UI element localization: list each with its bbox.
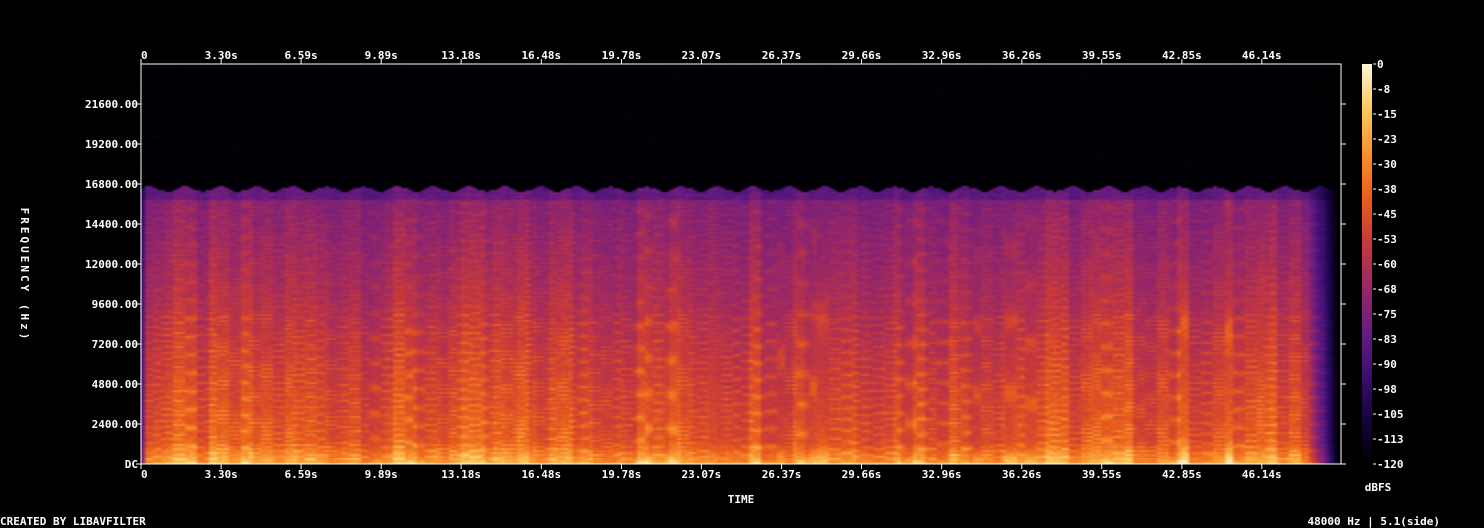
x-axis-label: TIME bbox=[728, 493, 755, 506]
colorbar-tick-label: -113 bbox=[1377, 433, 1404, 446]
colorbar-tick-label: -98 bbox=[1377, 383, 1397, 396]
time-tick-label-bottom: 9.89s bbox=[365, 468, 398, 481]
freq-tick-label: 21600.00 bbox=[85, 98, 138, 111]
footer-credit: CREATED BY LIBAVFILTER bbox=[0, 515, 146, 528]
freq-tick-label: 14400.00 bbox=[85, 218, 138, 231]
time-tick-label-top: 13.18s bbox=[441, 49, 481, 62]
spectrogram-image bbox=[141, 64, 1341, 464]
colorbar-tick-label: -60 bbox=[1377, 258, 1397, 271]
spectrogram-chart: 0 0 3.30s 3.30s 6.59s 6.59s 9.89s 9.89s 13.18s 13… bbox=[0, 49, 1440, 528]
time-tick-label-top: 32.96s bbox=[922, 49, 962, 62]
colorbar-tick-label: -105 bbox=[1377, 408, 1404, 421]
time-tick-label-bottom: 39.55s bbox=[1082, 468, 1122, 481]
colorbar-tick-label: -120 bbox=[1377, 458, 1404, 471]
time-tick-label-top: 19.78s bbox=[602, 49, 642, 62]
colorbar-tick-label: -90 bbox=[1377, 358, 1397, 371]
time-tick-label-bottom: 29.66s bbox=[842, 468, 882, 481]
time-tick-label-top: 6.59s bbox=[285, 49, 318, 62]
time-tick-label-top: 0 bbox=[141, 49, 148, 62]
colorbar-tick-label: -8 bbox=[1377, 83, 1390, 96]
time-tick-label-bottom: 46.14s bbox=[1242, 468, 1282, 481]
time-tick-label-bottom: 32.96s bbox=[922, 468, 962, 481]
freq-tick-label: DC bbox=[125, 458, 138, 471]
colorbar-tick-label: -23 bbox=[1377, 133, 1397, 146]
colorbar-tick-label: 0 bbox=[1377, 58, 1384, 71]
colorbar-tick-label: -83 bbox=[1377, 333, 1397, 346]
colorbar bbox=[1362, 64, 1372, 464]
colorbar-tick-label: -68 bbox=[1377, 283, 1397, 296]
time-tick-label-bottom: 13.18s bbox=[441, 468, 481, 481]
time-tick-label-bottom: 36.26s bbox=[1002, 468, 1042, 481]
freq-tick-label: 16800.00 bbox=[85, 178, 138, 191]
time-tick-label-bottom: 6.59s bbox=[285, 468, 318, 481]
colorbar-tick-label: -45 bbox=[1377, 208, 1397, 221]
time-tick-label-bottom: 3.30s bbox=[205, 468, 238, 481]
time-tick-label-top: 29.66s bbox=[842, 49, 882, 62]
freq-tick-label: 4800.00 bbox=[92, 378, 138, 391]
time-tick-label-bottom: 0 bbox=[141, 468, 148, 481]
time-tick-label-top: 46.14s bbox=[1242, 49, 1282, 62]
colorbar-tick-label: -75 bbox=[1377, 308, 1397, 321]
time-tick-label-top: 23.07s bbox=[682, 49, 722, 62]
time-tick-label-top: 3.30s bbox=[205, 49, 238, 62]
time-tick-label-bottom: 26.37s bbox=[762, 468, 802, 481]
y-axis-label: FREQUENCY (Hz) bbox=[18, 208, 31, 343]
colorbar-tick-label: -15 bbox=[1377, 108, 1397, 121]
footer-info: 48000 Hz | 5.1(side) bbox=[1308, 515, 1440, 528]
time-tick-label-top: 26.37s bbox=[762, 49, 802, 62]
time-tick-label-bottom: 16.48s bbox=[521, 468, 561, 481]
time-tick-label-bottom: 23.07s bbox=[682, 468, 722, 481]
colorbar-label: dBFS bbox=[1365, 481, 1392, 494]
freq-tick-label: 2400.00 bbox=[92, 418, 138, 431]
freq-tick-label: 12000.00 bbox=[85, 258, 138, 271]
colorbar-tick-label: -53 bbox=[1377, 233, 1397, 246]
time-tick-label-bottom: 42.85s bbox=[1162, 468, 1202, 481]
colorbar-tick-label: -38 bbox=[1377, 183, 1397, 196]
time-tick-label-top: 39.55s bbox=[1082, 49, 1122, 62]
time-tick-label-top: 9.89s bbox=[365, 49, 398, 62]
spectrogram-raster bbox=[141, 64, 1341, 464]
freq-tick-label: 19200.00 bbox=[85, 138, 138, 151]
time-tick-label-top: 36.26s bbox=[1002, 49, 1042, 62]
time-tick-label-top: 16.48s bbox=[521, 49, 561, 62]
colorbar-ticks: 0 -8 -15 -23 -30 -38 -45 -53 -60 -68 -75 -83 -90 -98 -… bbox=[1373, 58, 1404, 471]
colorbar-tick-label: -30 bbox=[1377, 158, 1397, 171]
time-tick-label-top: 42.85s bbox=[1162, 49, 1202, 62]
freq-tick-label: 9600.00 bbox=[92, 298, 138, 311]
freq-tick-label: 7200.00 bbox=[92, 338, 138, 351]
time-tick-label-bottom: 19.78s bbox=[602, 468, 642, 481]
